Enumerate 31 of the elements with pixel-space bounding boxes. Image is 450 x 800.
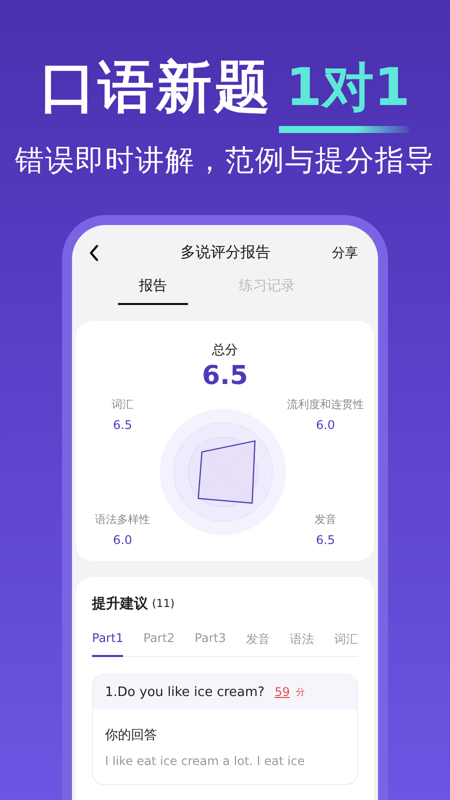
- screen-title: 多说评分报告: [180, 243, 270, 262]
- tab[interactable]: 词汇: [334, 626, 358, 657]
- tab[interactable]: Part2: [143, 626, 175, 657]
- dimension-label: 词汇: [112, 396, 134, 412]
- dimension-label: 语法多样性: [95, 512, 150, 527]
- tab[interactable]: 发音: [246, 626, 270, 657]
- score-unit: 分: [296, 686, 305, 699]
- share-link[interactable]: 分享: [332, 244, 358, 262]
- tab[interactable]: 语法: [290, 626, 314, 657]
- dimension-score: 6.5: [316, 532, 336, 547]
- section-title: 提升建议: [92, 594, 148, 613]
- total-label: 总分: [212, 342, 238, 359]
- tab[interactable]: Part3: [194, 626, 226, 657]
- back-icon[interactable]: [89, 244, 99, 261]
- dimension-label: 发音: [314, 512, 336, 527]
- tab[interactable]: Part1: [92, 626, 124, 657]
- dimension-score: 6.5: [113, 418, 132, 432]
- subtitle: 错误即时讲解，范例与提分指导: [15, 142, 435, 179]
- suggestion-count: (11): [152, 597, 175, 610]
- answer-label: 你的回答: [105, 726, 158, 744]
- question-score: 59: [274, 685, 290, 700]
- answer-text: I like eat ice cream a lot. I eat ice: [105, 754, 306, 768]
- tab[interactable]: 报告: [118, 270, 188, 305]
- headline-highlight: 1对1: [286, 57, 410, 120]
- question-text: 1.Do you like ice cream?: [105, 684, 265, 700]
- dimension-label: 流利度和连贯性: [287, 396, 364, 412]
- dimension-score: 6.0: [113, 532, 132, 547]
- tab[interactable]: 练习记录: [232, 270, 302, 305]
- dimension-score: 6.0: [316, 418, 336, 432]
- total-score: 6.5: [202, 360, 248, 391]
- headline: 口语新题: [40, 54, 272, 122]
